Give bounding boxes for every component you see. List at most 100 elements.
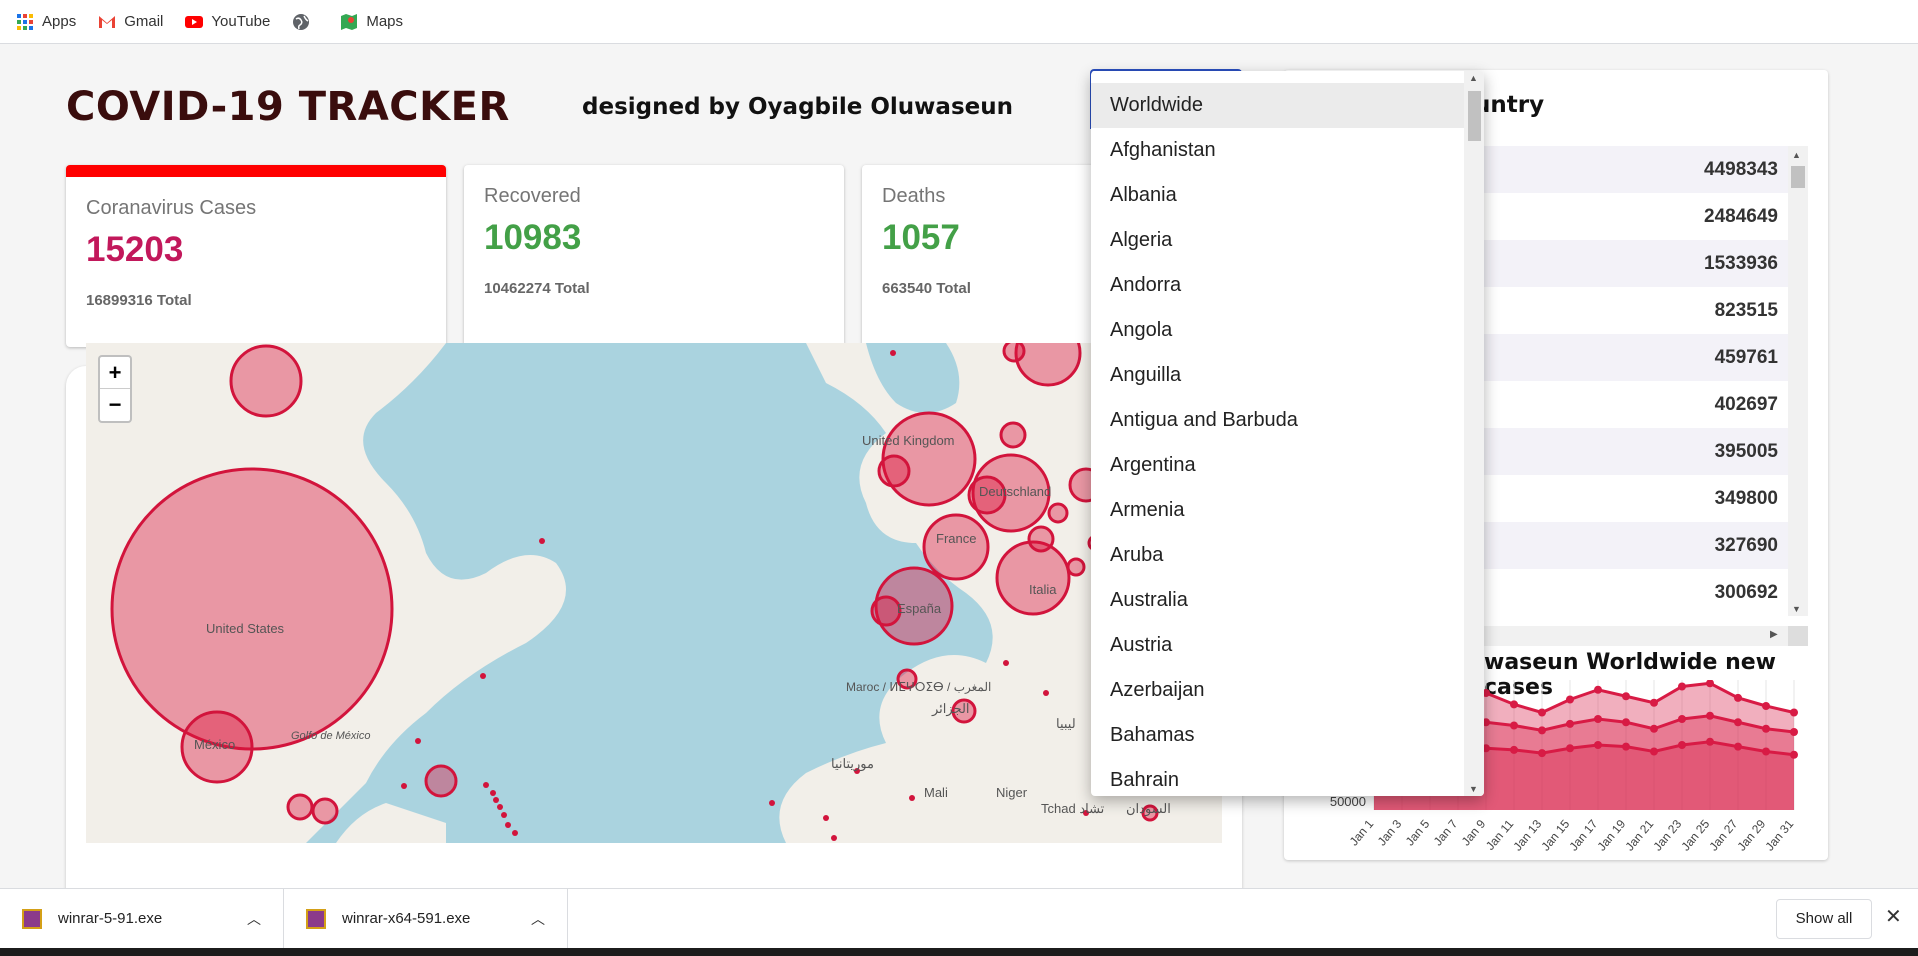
dropdown-option[interactable]: Armenia	[1091, 488, 1464, 533]
download-bar: winrar-5-91.exe ︿ winrar-x64-591.exe ︿ S…	[0, 888, 1918, 949]
data-point	[1790, 750, 1798, 759]
page-title: COVID-19 TRACKER	[66, 84, 510, 130]
map-label-libya: ليبيا	[1056, 716, 1076, 731]
map-label-mexico: México	[194, 737, 235, 752]
map-label-gulf: Golfo de México	[291, 730, 370, 742]
scroll-thumb[interactable]	[1468, 91, 1481, 141]
x-tick-label: Jan 11	[1483, 817, 1517, 853]
data-point	[1678, 715, 1686, 723]
scroll-up-icon[interactable]: ▲	[1792, 150, 1801, 160]
download-filename: winrar-5-91.exe	[58, 910, 163, 927]
data-point	[1734, 742, 1742, 751]
x-tick-label: Jan 31	[1762, 817, 1796, 854]
data-point	[1762, 702, 1770, 710]
x-tick-label: Jan 5	[1403, 817, 1433, 849]
bookmark-gmail[interactable]: Gmail	[98, 13, 163, 31]
card-title: Coranavirus Cases	[86, 197, 257, 219]
data-point	[1566, 744, 1574, 753]
card-total: 10462274 Total	[484, 280, 590, 297]
show-all-button[interactable]: Show all	[1776, 899, 1872, 939]
dropdown-option[interactable]: Argentina	[1091, 443, 1464, 488]
zoom-out-button[interactable]: −	[100, 389, 130, 421]
download-item[interactable]: winrar-5-91.exe ︿	[0, 888, 284, 949]
table-vertical-scrollbar[interactable]: ▲ ▼	[1788, 146, 1808, 616]
dropdown-option[interactable]: Afghanistan	[1091, 128, 1464, 173]
scroll-corner	[1788, 626, 1808, 646]
bookmark-globe[interactable]	[292, 13, 318, 31]
dropdown-option[interactable]: Albania	[1091, 173, 1464, 218]
data-point	[1594, 685, 1602, 694]
bookmark-label: Apps	[42, 13, 77, 30]
scroll-thumb[interactable]	[1791, 166, 1805, 188]
scroll-right-icon[interactable]: ▶	[1770, 629, 1778, 640]
close-icon[interactable]: ✕	[1885, 904, 1902, 929]
designer-credit: designed by Oyagbile Oluwaseun	[582, 94, 1013, 120]
dropdown-option[interactable]: Australia	[1091, 578, 1464, 623]
map-label-united-states: United States	[206, 621, 285, 636]
data-point	[1650, 724, 1658, 733]
chevron-up-icon[interactable]: ︿	[531, 909, 545, 929]
data-point	[1790, 728, 1798, 736]
dropdown-option[interactable]: Andorra	[1091, 263, 1464, 308]
dropdown-option[interactable]: Bahamas	[1091, 713, 1464, 758]
data-point	[1538, 749, 1546, 758]
map-label-italia: Italia	[1029, 582, 1057, 597]
x-tick-label: Jan 3	[1375, 817, 1405, 849]
dropdown-option[interactable]: Bahrain	[1091, 758, 1464, 796]
maps-icon	[341, 13, 358, 30]
scroll-up-icon[interactable]: ▲	[1469, 73, 1478, 83]
data-point	[1622, 742, 1630, 751]
chevron-up-icon[interactable]: ︿	[247, 909, 261, 929]
gmail-icon	[99, 15, 116, 28]
bookmark-youtube[interactable]: YouTube	[185, 13, 270, 31]
dropdown-option[interactable]: Aruba	[1091, 533, 1464, 578]
scroll-down-icon[interactable]: ▼	[1469, 784, 1478, 794]
cases-card[interactable]: Coranavirus Cases 15203 16899316 Total	[66, 165, 446, 347]
dropdown-option[interactable]: Austria	[1091, 623, 1464, 668]
map-label-maroc: Maroc / ⵍⵎⵖⵔⵉⴱ / المغرب	[846, 680, 991, 694]
zoom-in-button[interactable]: +	[100, 357, 130, 389]
x-tick-label: Jan 23	[1650, 817, 1684, 854]
card-title: Recovered	[484, 185, 581, 207]
dropdown-option[interactable]: Azerbaijan	[1091, 668, 1464, 713]
data-point	[1594, 715, 1602, 723]
data-point	[1734, 693, 1742, 702]
download-item[interactable]: winrar-x64-591.exe ︿	[284, 888, 568, 949]
data-point	[1510, 721, 1518, 730]
dropdown-option[interactable]: Algeria	[1091, 218, 1464, 263]
map-label-mali: Mali	[924, 785, 948, 800]
y-tick-label: 50000	[1330, 794, 1366, 809]
bookmark-label: YouTube	[211, 13, 271, 30]
map-canvas[interactable]: United States United Kingdom Deutschland…	[86, 343, 1222, 843]
x-tick-label: Jan 27	[1706, 817, 1740, 854]
data-point	[1734, 718, 1742, 727]
dropdown-scrollbar[interactable]: ▲ ▼	[1464, 71, 1484, 796]
globe-icon	[293, 13, 310, 30]
data-point	[1538, 708, 1546, 717]
data-point	[1762, 724, 1770, 733]
zoom-control: + −	[98, 355, 132, 423]
dropdown-option[interactable]: Angola	[1091, 308, 1464, 353]
dropdown-option[interactable]: Antigua and Barbuda	[1091, 398, 1464, 443]
bookmark-maps[interactable]: Maps	[340, 13, 403, 31]
scroll-down-icon[interactable]: ▼	[1792, 604, 1801, 614]
dropdown-option[interactable]: Worldwide	[1091, 83, 1464, 128]
map-label-mauritania: موريتانيا	[831, 756, 874, 772]
map-label-algeria: الجزائر	[931, 701, 970, 717]
x-tick-label: Jan 13	[1510, 817, 1544, 854]
card-total: 16899316 Total	[86, 292, 192, 309]
data-point	[1678, 741, 1686, 749]
recovered-card[interactable]: Recovered 10983 10462274 Total	[464, 165, 844, 347]
data-point	[1650, 698, 1658, 707]
data-point	[1510, 745, 1518, 754]
country-dropdown[interactable]: Worldwide Afghanistan Albania Algeria Andorr…	[1091, 71, 1484, 796]
x-tick-label: Jan 1	[1347, 817, 1377, 849]
land-central-america	[336, 803, 446, 843]
covid-map[interactable]: United States United Kingdom Deutschland…	[86, 343, 1222, 843]
dropdown-option[interactable]: Anguilla	[1091, 353, 1464, 398]
taskbar	[0, 948, 1918, 956]
bookmark-apps[interactable]: Apps	[16, 13, 76, 31]
cases-by-country-title: untry	[1474, 92, 1545, 118]
data-point	[1678, 682, 1686, 691]
data-point	[1622, 692, 1630, 701]
